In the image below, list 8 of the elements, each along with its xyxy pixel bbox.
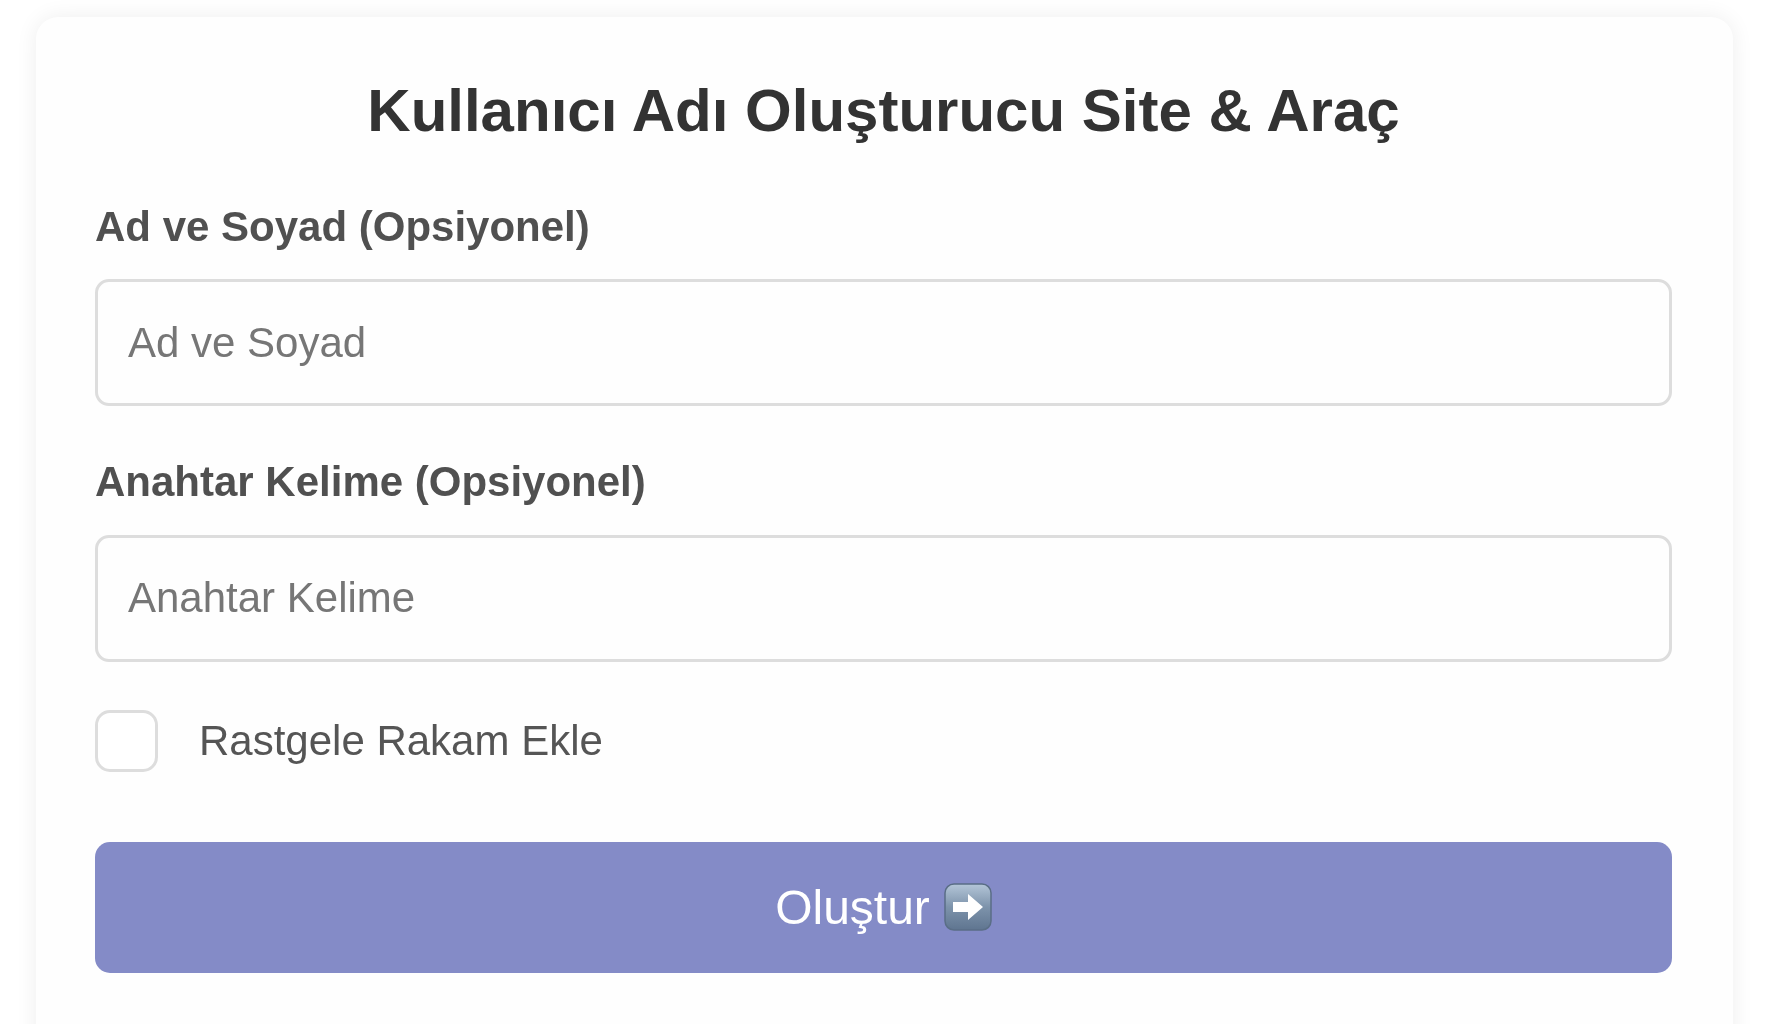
field-label: Ad ve Soyad (Opsiyonel) [95,202,590,252]
arrow-right-icon [943,883,992,932]
text-input[interactable]: Ad ve Soyad [95,279,1672,407]
text-input[interactable]: Anahtar Kelime [95,534,1672,662]
field-label: Anahtar Kelime (Opsiyonel) [95,457,646,508]
checkbox[interactable] [95,709,158,772]
page-title: Kullanıcı Adı Oluşturucu Site & Araç [366,76,1401,146]
checkbox-label[interactable]: Rastgele Rakam Ekle [199,715,603,766]
